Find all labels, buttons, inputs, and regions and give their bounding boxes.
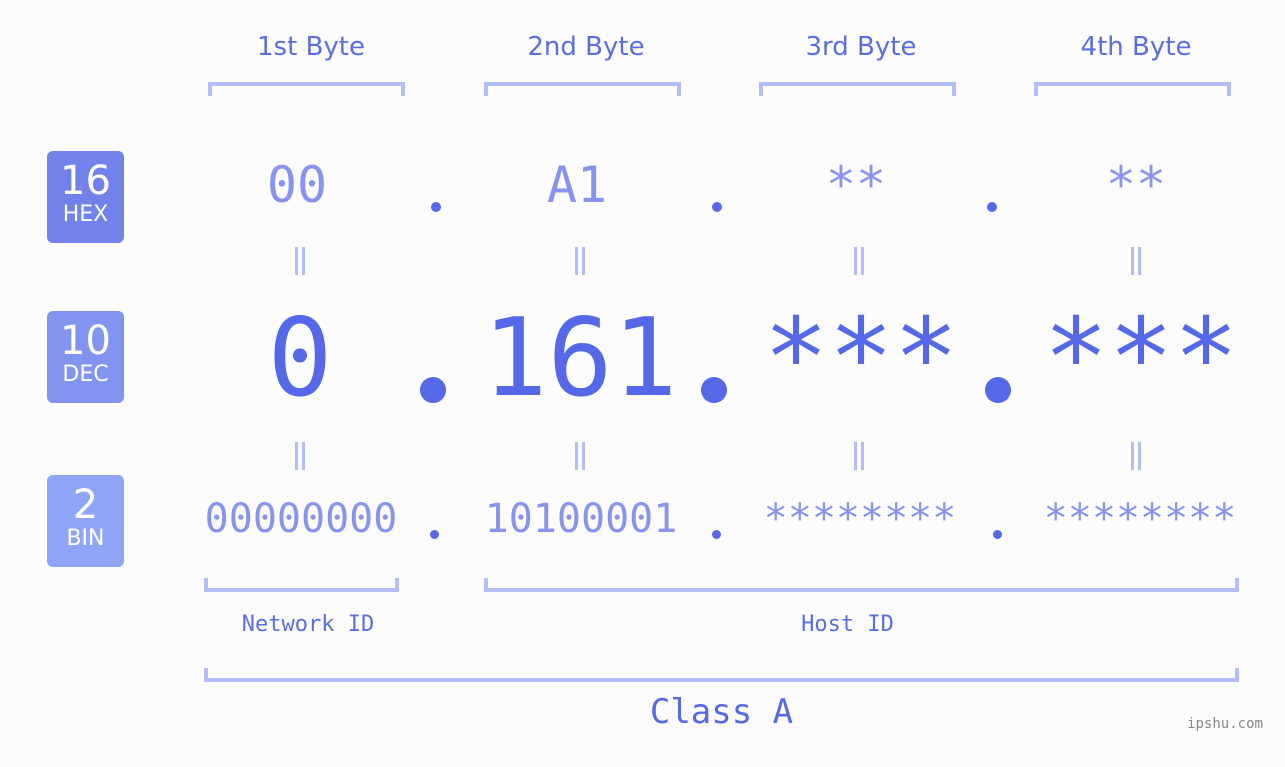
class-label: Class A — [649, 692, 794, 732]
dec-separator-dot — [985, 377, 1011, 403]
dec-badge: 10 DEC — [47, 311, 124, 403]
bin-separator-dot — [712, 530, 721, 539]
dec-separator-dot — [420, 377, 446, 403]
dec-value-4: *** — [1043, 296, 1239, 421]
equals-icon — [1131, 442, 1141, 470]
equals-icon — [295, 247, 305, 275]
bin-value-1: 00000000 — [204, 496, 398, 542]
hex-separator-dot — [712, 202, 722, 212]
byte-bracket-2 — [484, 82, 681, 96]
hex-badge-label: HEX — [62, 202, 109, 227]
hex-badge: 16 HEX — [47, 151, 124, 243]
network-id-bracket — [204, 578, 399, 592]
byte-bracket-3 — [759, 82, 956, 96]
bin-badge-label: BIN — [66, 526, 105, 551]
bin-value-4: ******** — [1043, 496, 1237, 542]
bin-separator-dot — [993, 530, 1002, 539]
dec-badge-label: DEC — [62, 362, 109, 387]
byte-bracket-1 — [208, 82, 405, 96]
byte-label-2: 2nd Byte — [527, 32, 645, 62]
equals-icon — [1131, 247, 1141, 275]
byte-label-3: 3rd Byte — [805, 32, 917, 62]
network-id-label: Network ID — [241, 612, 375, 637]
equals-icon — [854, 247, 864, 275]
byte-label-4: 4th Byte — [1080, 32, 1192, 62]
watermark: ipshu.com — [1187, 716, 1263, 732]
equals-icon — [575, 442, 585, 470]
hex-separator-dot — [987, 202, 997, 212]
equals-icon — [575, 247, 585, 275]
equals-icon — [854, 442, 864, 470]
bin-separator-dot — [430, 530, 439, 539]
dec-badge-base: 10 — [60, 318, 111, 364]
byte-bracket-4 — [1034, 82, 1231, 96]
hex-value-3: ** — [825, 156, 887, 214]
host-id-label: Host ID — [801, 612, 894, 637]
dec-separator-dot — [701, 377, 727, 403]
bin-badge-base: 2 — [72, 482, 99, 528]
dec-value-3: *** — [763, 296, 959, 421]
dec-value-1: 0 — [267, 296, 333, 421]
dec-value-2: 161 — [482, 296, 678, 421]
equals-icon — [295, 442, 305, 470]
hex-value-4: ** — [1105, 156, 1167, 214]
hex-value-1: 00 — [266, 156, 328, 214]
hex-value-2: A1 — [546, 156, 608, 214]
class-bracket — [204, 668, 1239, 682]
host-id-bracket — [484, 578, 1239, 592]
bin-badge: 2 BIN — [47, 475, 124, 567]
byte-label-1: 1st Byte — [257, 32, 365, 62]
hex-separator-dot — [431, 202, 441, 212]
bin-value-2: 10100001 — [484, 496, 678, 542]
bin-value-3: ******** — [763, 496, 957, 542]
hex-badge-base: 16 — [60, 158, 111, 204]
